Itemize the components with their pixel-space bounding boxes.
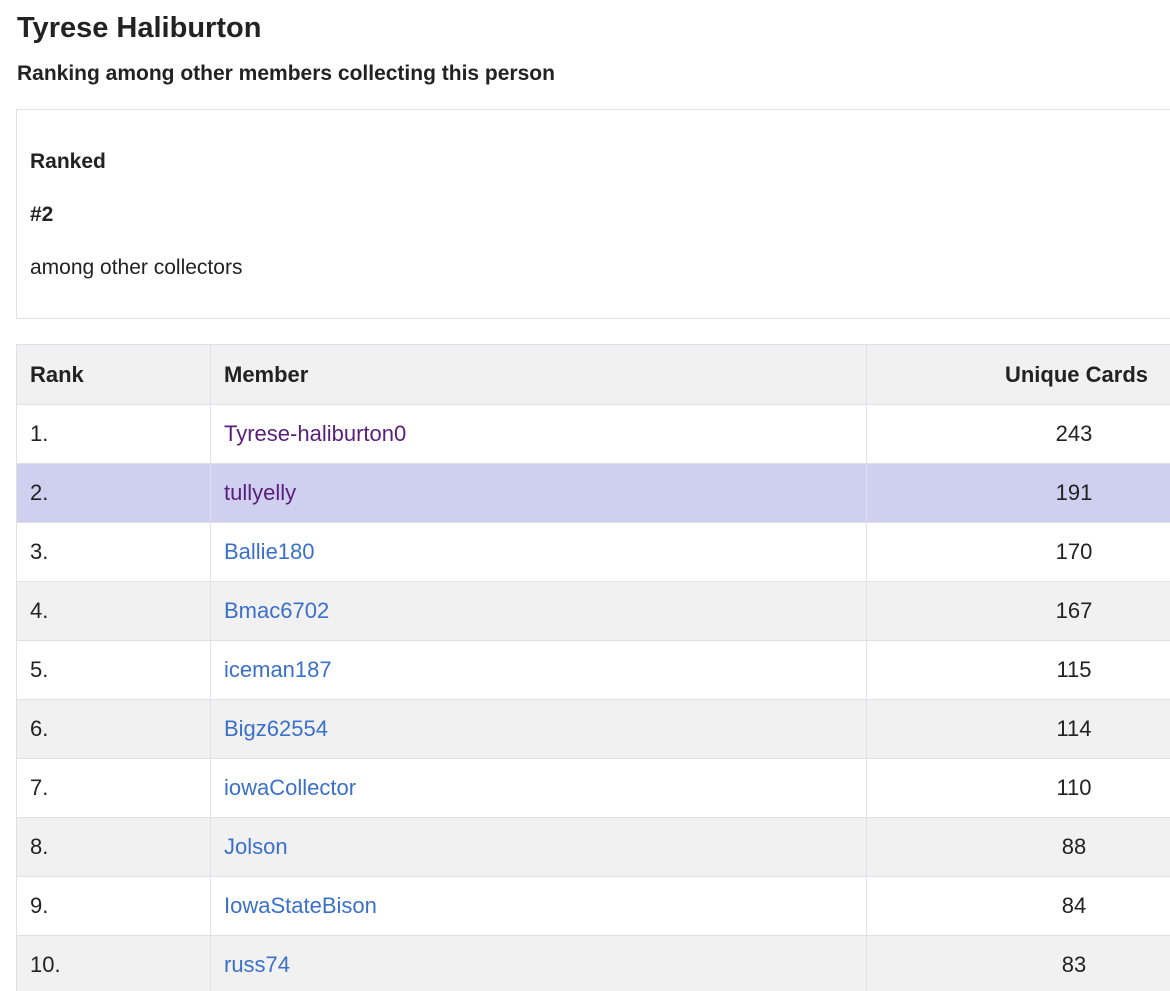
- member-cell: Bigz62554: [210, 699, 867, 759]
- unique-cards-cell: 110: [866, 758, 1170, 818]
- member-cell: tullyelly: [210, 463, 867, 523]
- member-link[interactable]: IowaStateBison: [224, 893, 377, 918]
- unique-cards-cell: 83: [866, 935, 1170, 991]
- member-link[interactable]: Bmac6702: [224, 598, 329, 623]
- member-link[interactable]: Jolson: [224, 834, 288, 859]
- table-row: 9. IowaStateBison 84: [16, 876, 1170, 936]
- table-row: 1. Tyrese-haliburton0 243: [16, 404, 1170, 464]
- page-subtitle: Ranking among other members collecting t…: [17, 62, 555, 85]
- column-header-unique-cards[interactable]: Unique Cards: [866, 344, 1170, 405]
- rank-cell: 1.: [16, 404, 211, 464]
- table-row: 8. Jolson 88: [16, 817, 1170, 877]
- rank-cell: 7.: [16, 758, 211, 818]
- unique-cards-cell: 88: [866, 817, 1170, 877]
- rank-cell: 10.: [16, 935, 211, 991]
- rank-value: #2: [30, 203, 54, 226]
- rank-cell: 5.: [16, 640, 211, 700]
- member-cell: IowaStateBison: [210, 876, 867, 936]
- table-row: 5. iceman187 115: [16, 640, 1170, 700]
- rank-cell: 8.: [16, 817, 211, 877]
- rank-cell: 4.: [16, 581, 211, 641]
- rank-description: among other collectors: [30, 256, 243, 279]
- page-title: Tyrese Haliburton: [17, 12, 262, 44]
- rank-cell: 6.: [16, 699, 211, 759]
- member-cell: Bmac6702: [210, 581, 867, 641]
- rank-cell: 3.: [16, 522, 211, 582]
- rank-cell: 2.: [16, 463, 211, 523]
- member-cell: Ballie180: [210, 522, 867, 582]
- ranking-table: Rank Member Unique Cards 1. Tyrese-halib…: [16, 344, 1170, 991]
- unique-cards-cell: 84: [866, 876, 1170, 936]
- table-row: 4. Bmac6702 167: [16, 581, 1170, 641]
- page: Tyrese Haliburton Ranking among other me…: [0, 0, 1170, 991]
- unique-cards-cell: 243: [866, 404, 1170, 464]
- member-cell: Jolson: [210, 817, 867, 877]
- ranked-label: Ranked: [30, 150, 106, 173]
- member-link[interactable]: iowaCollector: [224, 775, 356, 800]
- member-link[interactable]: Bigz62554: [224, 716, 328, 741]
- table-header-row: Rank Member Unique Cards: [16, 344, 1170, 405]
- member-cell: russ74: [210, 935, 867, 991]
- column-header-member[interactable]: Member: [210, 344, 867, 405]
- table-row-highlighted: 2. tullyelly 191: [16, 463, 1170, 523]
- member-link[interactable]: tullyelly: [224, 480, 296, 505]
- member-link[interactable]: Ballie180: [224, 539, 315, 564]
- unique-cards-cell: 170: [866, 522, 1170, 582]
- column-header-rank[interactable]: Rank: [16, 344, 211, 405]
- member-link[interactable]: russ74: [224, 952, 290, 977]
- unique-cards-cell: 167: [866, 581, 1170, 641]
- member-cell: iowaCollector: [210, 758, 867, 818]
- member-link[interactable]: iceman187: [224, 657, 332, 682]
- rank-summary-card: Ranked #2 among other collectors: [16, 109, 1170, 319]
- table-row: 6. Bigz62554 114: [16, 699, 1170, 759]
- unique-cards-cell: 191: [866, 463, 1170, 523]
- table-row: 7. iowaCollector 110: [16, 758, 1170, 818]
- member-link[interactable]: Tyrese-haliburton0: [224, 421, 406, 446]
- member-cell: iceman187: [210, 640, 867, 700]
- member-cell: Tyrese-haliburton0: [210, 404, 867, 464]
- rank-cell: 9.: [16, 876, 211, 936]
- table-row: 3. Ballie180 170: [16, 522, 1170, 582]
- unique-cards-cell: 114: [866, 699, 1170, 759]
- unique-cards-cell: 115: [866, 640, 1170, 700]
- table-row: 10. russ74 83: [16, 935, 1170, 991]
